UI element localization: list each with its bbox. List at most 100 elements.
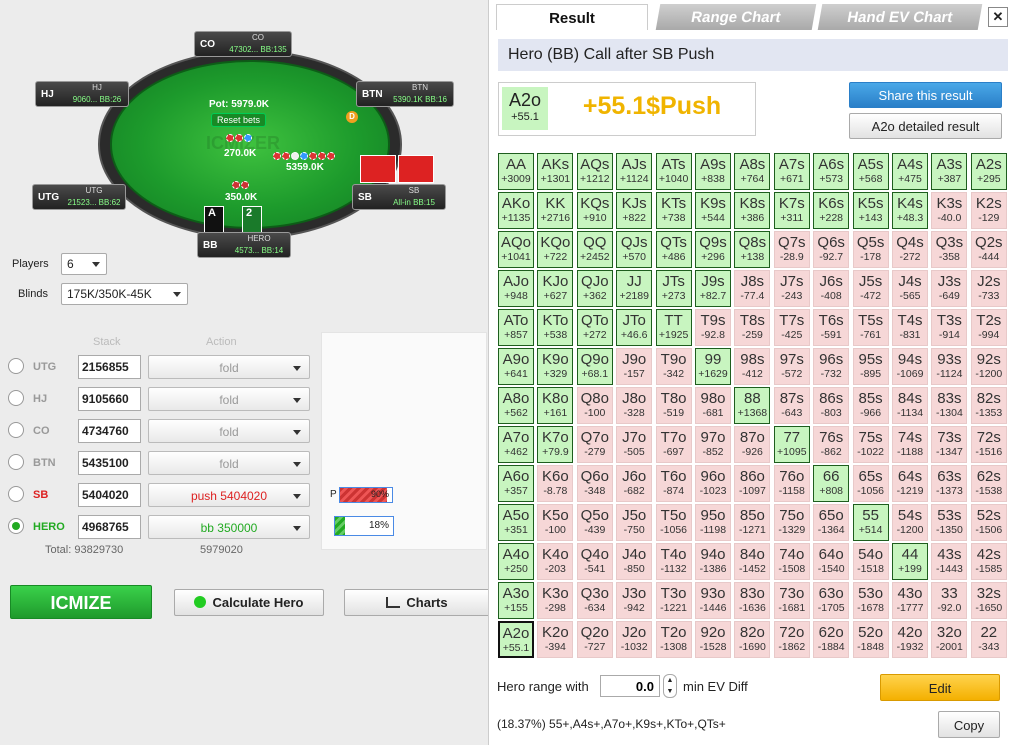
row-hero-stack-input[interactable]: 4968765: [78, 515, 141, 539]
hand-cell[interactable]: JTo +46.6: [616, 309, 653, 346]
select-sb-radio[interactable]: [8, 486, 24, 502]
hand-cell[interactable]: 93s -1124: [931, 348, 968, 385]
hand-cell[interactable]: A5s +568: [852, 153, 889, 190]
select-btn-radio[interactable]: [8, 454, 24, 470]
hand-cell[interactable]: T3s -914: [931, 309, 968, 346]
hand-cell[interactable]: KJo +627: [537, 270, 574, 307]
hand-cell[interactable]: A9s +838: [695, 153, 731, 190]
hand-cell[interactable]: 96o -1023: [695, 465, 731, 502]
hand-cell[interactable]: A4s +475: [892, 153, 928, 190]
hand-cell[interactable]: J9o -157: [616, 348, 653, 385]
hand-cell[interactable]: 33 -92.0: [931, 582, 968, 619]
hand-cell[interactable]: 63s -1373: [931, 465, 968, 502]
hand-cell[interactable]: 84o -1452: [734, 543, 771, 580]
hand-cell[interactable]: 52o -1848: [852, 621, 889, 658]
hand-cell[interactable]: A6o +357: [498, 465, 534, 502]
hand-cell[interactable]: T9o -342: [655, 348, 692, 385]
min-ev-stepper[interactable]: ▲ ▼: [663, 674, 677, 698]
hand-cell[interactable]: T3o -1221: [655, 582, 692, 619]
hand-cell[interactable]: 92s -1200: [970, 348, 1007, 385]
hero-range-bar[interactable]: 18%: [334, 516, 394, 536]
hand-cell[interactable]: Q2s -444: [970, 231, 1007, 268]
hand-cell[interactable]: 86s -803: [813, 387, 850, 424]
hand-cell[interactable]: 95s -895: [852, 348, 889, 385]
icmize-button[interactable]: ICMIZE: [10, 585, 152, 619]
hand-cell[interactable]: 96s -732: [813, 348, 850, 385]
hand-cell[interactable]: K7s +311: [773, 192, 810, 229]
hand-cell[interactable]: 44 +199: [892, 543, 928, 580]
hand-cell[interactable]: Q9s +296: [695, 231, 731, 268]
hand-cell[interactable]: T7s -425: [773, 309, 810, 346]
hand-cell[interactable]: 76s -862: [813, 426, 850, 463]
hand-cell[interactable]: 94s -1069: [892, 348, 928, 385]
hand-cell[interactable]: J7o -505: [616, 426, 653, 463]
seat-hj[interactable]: HJ HJ 9060... BB:26: [35, 81, 129, 107]
hand-cell[interactable]: AKs +1301: [537, 153, 574, 190]
hand-cell[interactable]: AA +3009: [498, 153, 534, 190]
hand-cell[interactable]: KTo +538: [537, 309, 574, 346]
hand-cell[interactable]: K8s +386: [734, 192, 771, 229]
hand-cell[interactable]: Q4o -541: [576, 543, 613, 580]
hand-cell[interactable]: 87o -926: [734, 426, 771, 463]
hand-cell[interactable]: 32s -1650: [970, 582, 1007, 619]
hand-cell[interactable]: AJs +1124: [616, 153, 653, 190]
hand-cell[interactable]: J2o -1032: [616, 621, 653, 658]
hand-cell[interactable]: J5o -750: [616, 504, 653, 541]
hand-cell[interactable]: 85s -966: [852, 387, 889, 424]
hand-cell[interactable]: K2s -129: [970, 192, 1007, 229]
select-hj-radio[interactable]: [8, 390, 24, 406]
hand-cell[interactable]: 83s -1304: [931, 387, 968, 424]
hand-cell[interactable]: 42s -1585: [970, 543, 1007, 580]
hand-cell[interactable]: K6o -8.78: [537, 465, 574, 502]
hand-cell[interactable]: QTs +486: [655, 231, 692, 268]
row-sb-stack-input[interactable]: 5404020: [78, 483, 141, 507]
hand-cell[interactable]: 84s -1134: [892, 387, 928, 424]
hand-cell[interactable]: 32o -2001: [931, 621, 968, 658]
hand-cell[interactable]: Q8o -100: [576, 387, 613, 424]
hand-cell[interactable]: J2s -733: [970, 270, 1007, 307]
hand-cell[interactable]: 54s -1200: [892, 504, 928, 541]
hand-cell[interactable]: 75o -1329: [773, 504, 810, 541]
hand-cell[interactable]: 66 +808: [813, 465, 850, 502]
hand-cell[interactable]: 55 +514: [852, 504, 889, 541]
seat-utg[interactable]: UTG UTG 21523... BB:62: [32, 184, 126, 210]
hand-cell[interactable]: J6o -682: [616, 465, 653, 502]
hand-cell[interactable]: J8s -77.4: [734, 270, 771, 307]
tab-range-chart[interactable]: Range Chart: [655, 4, 817, 30]
detailed-result-button[interactable]: A2o detailed result: [849, 113, 1002, 139]
hand-cell[interactable]: K2o -394: [537, 621, 574, 658]
calculate-hero-button[interactable]: Calculate Hero: [174, 589, 324, 616]
hand-cell[interactable]: KQo +722: [537, 231, 574, 268]
hand-cell[interactable]: 97s -572: [773, 348, 810, 385]
hand-cell[interactable]: K5o -100: [537, 504, 574, 541]
seat-hero[interactable]: BB HERO 4573... BB:14: [197, 232, 291, 258]
copy-button[interactable]: Copy: [938, 711, 1000, 738]
hand-cell[interactable]: 62s -1538: [970, 465, 1007, 502]
hand-cell[interactable]: JTs +273: [655, 270, 692, 307]
hand-cell[interactable]: Q5s -178: [852, 231, 889, 268]
hand-cell[interactable]: J4o -850: [616, 543, 653, 580]
hand-cell[interactable]: K3o -298: [537, 582, 574, 619]
hand-cell[interactable]: 83o -1636: [734, 582, 771, 619]
hand-cell[interactable]: T2s -994: [970, 309, 1007, 346]
hand-cell[interactable]: K6s +228: [813, 192, 850, 229]
hand-cell[interactable]: J3o -942: [616, 582, 653, 619]
hand-cell[interactable]: QJo +362: [576, 270, 613, 307]
hand-cell[interactable]: 93o -1446: [695, 582, 731, 619]
hand-cell[interactable]: K5s +143: [852, 192, 889, 229]
hand-cell[interactable]: 87s -643: [773, 387, 810, 424]
hand-cell[interactable]: 53o -1678: [852, 582, 889, 619]
hand-cell[interactable]: K7o +79.9: [537, 426, 574, 463]
select-utg-radio[interactable]: [8, 358, 24, 374]
blinds-select[interactable]: 175K/350K-45K: [61, 283, 188, 305]
hand-cell[interactable]: QTo +272: [576, 309, 613, 346]
hand-cell[interactable]: 86o -1097: [734, 465, 771, 502]
hand-cell[interactable]: 74o -1508: [773, 543, 810, 580]
hand-cell[interactable]: A3s +387: [931, 153, 968, 190]
tab-hand-ev-chart[interactable]: Hand EV Chart: [817, 4, 983, 30]
hand-cell[interactable]: 43s -1443: [931, 543, 968, 580]
seat-co[interactable]: CO CO 47302... BB:135: [194, 31, 292, 57]
hand-cell[interactable]: Q6o -348: [576, 465, 613, 502]
row-hj-action-select[interactable]: fold: [148, 387, 310, 411]
hand-cell[interactable]: J4s -565: [892, 270, 928, 307]
